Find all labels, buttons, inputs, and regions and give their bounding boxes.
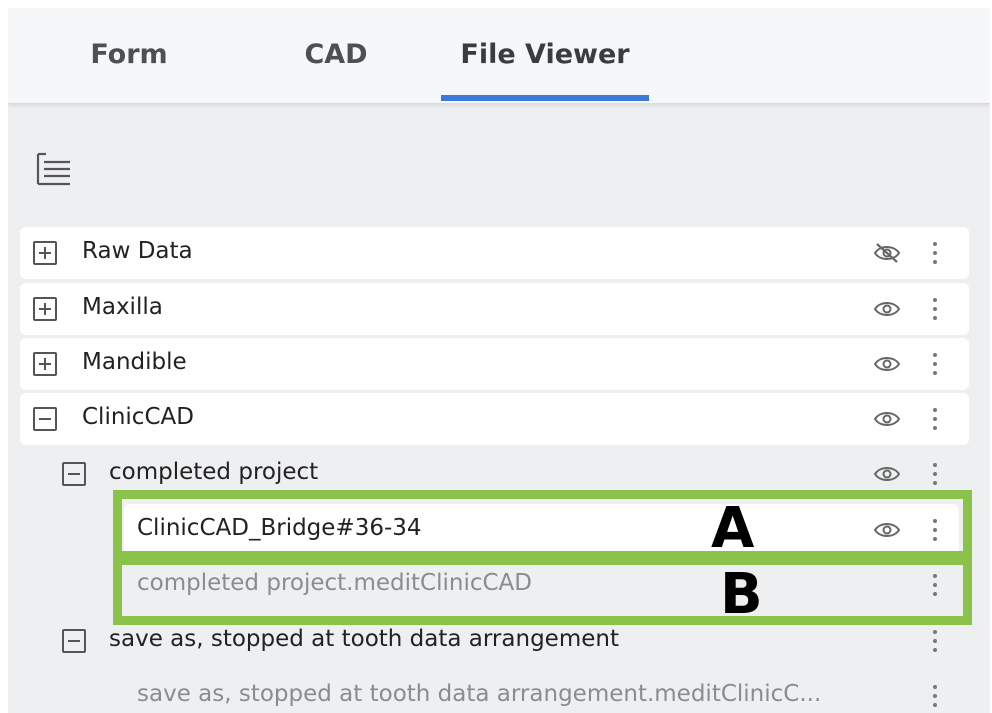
expand-icon[interactable] [33,241,57,265]
tab-cad[interactable]: CAD [280,8,392,104]
eye-icon[interactable] [872,297,902,321]
eye-icon[interactable] [872,352,902,376]
active-tab-indicator [441,95,649,101]
tree-item-maxilla[interactable]: Maxilla [20,283,969,335]
more-options-icon[interactable] [925,351,945,377]
tree-item-label: Maxilla [82,294,163,320]
tree-item-raw-data[interactable]: Raw Data [20,227,969,279]
tab-form[interactable]: Form [68,8,190,104]
eye-off-icon[interactable] [872,241,902,265]
more-options-icon[interactable] [925,461,945,487]
tree-item-save-as-file[interactable]: save as, stopped at tooth data arrangeme… [20,670,969,713]
annotation-box-a [113,490,972,560]
tree-item-cliniccad[interactable]: ClinicCAD [20,393,969,445]
tab-file-viewer[interactable]: File Viewer [441,8,649,104]
collapse-icon[interactable] [33,407,57,431]
expand-icon[interactable] [33,352,57,376]
tree-item-mandible[interactable]: Mandible [20,338,969,390]
more-options-icon[interactable] [925,628,945,654]
tree-item-label: ClinicCAD [82,404,194,430]
more-options-icon[interactable] [925,683,945,709]
annotation-label-a: A [711,496,755,561]
tree-item-label: save as, stopped at tooth data arrangeme… [137,681,822,707]
collapse-icon[interactable] [62,629,86,653]
collapse-icon[interactable] [62,462,86,486]
tree-item-label: Mandible [82,349,187,375]
annotation-label-b: B [720,562,763,627]
expand-icon[interactable] [33,297,57,321]
tree-view-icon[interactable] [34,148,74,192]
more-options-icon[interactable] [925,406,945,432]
tab-bar: Form CAD File Viewer [8,8,990,104]
more-options-icon[interactable] [925,296,945,322]
tree-item-label: completed project [109,459,319,485]
eye-icon[interactable] [872,407,902,431]
file-viewer-panel: Form CAD File Viewer Raw Data Maxilla Ma… [8,8,990,713]
tree-item-label: Raw Data [82,238,193,264]
annotation-box-b [113,556,972,625]
more-options-icon[interactable] [925,240,945,266]
eye-icon[interactable] [872,462,902,486]
tree-item-label: save as, stopped at tooth data arrangeme… [109,626,619,652]
